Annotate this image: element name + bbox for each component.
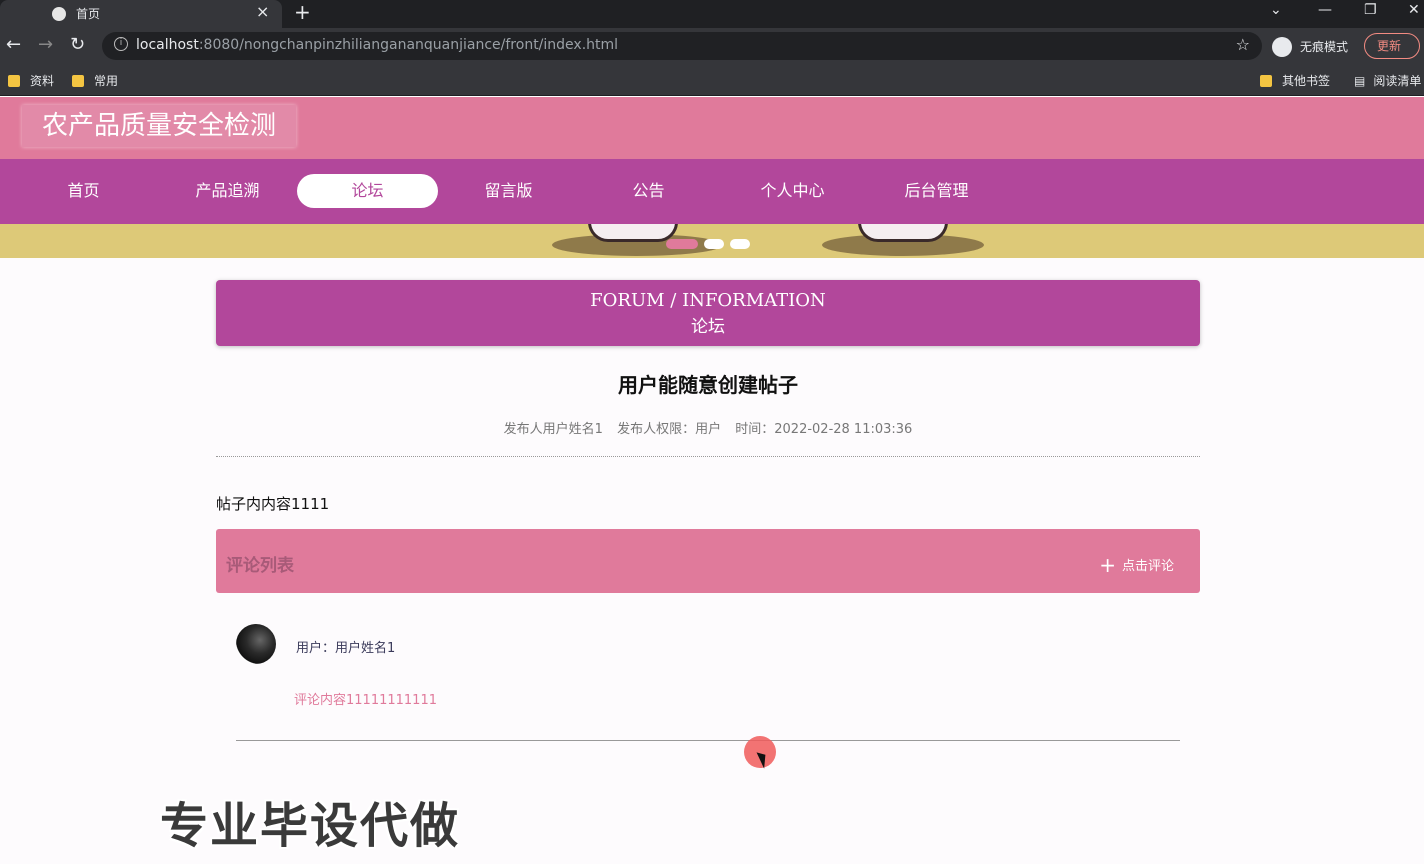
back-arrow-icon[interactable]: ← xyxy=(6,34,21,55)
info-icon[interactable]: i xyxy=(114,37,128,51)
bookmark-folder[interactable]: 资料 xyxy=(8,72,54,89)
nav-product-trace[interactable]: 产品追溯 xyxy=(157,174,298,208)
minimize-icon[interactable]: — xyxy=(1318,2,1332,18)
site-header: 农产品质量安全检测 xyxy=(0,97,1424,159)
chevron-down-icon[interactable]: ⌄ xyxy=(1270,2,1282,18)
globe-icon xyxy=(52,7,66,21)
divider xyxy=(236,740,1180,741)
site-title[interactable]: 农产品质量安全检测 xyxy=(22,105,297,147)
comment-user: 用户：用户姓名1 xyxy=(296,641,396,656)
banner-illustration xyxy=(858,224,948,242)
window-close-icon[interactable]: ✕ xyxy=(1408,2,1420,18)
browser-tab-bar: 首页 × + ⌄ — ❐ ✕ xyxy=(0,0,1424,28)
folder-icon xyxy=(72,75,84,87)
folder-icon xyxy=(1260,75,1272,87)
bookmarks-bar: 资料 常用 其他书签 ▤ 阅读清单 xyxy=(0,64,1424,96)
banner-illustration xyxy=(588,224,678,242)
reload-icon[interactable]: ↻ xyxy=(70,34,85,55)
section-heading-cn: 论坛 xyxy=(691,317,725,337)
divider xyxy=(216,456,1200,457)
plus-icon: + xyxy=(1099,553,1116,577)
post-author: 发布人用户姓名1 xyxy=(503,422,603,437)
post-meta: 发布人用户姓名1 发布人权限：用户 时间：2022-02-28 11:03:36 xyxy=(216,418,1200,437)
new-tab-button[interactable]: + xyxy=(294,0,311,24)
bookmark-folder[interactable]: 常用 xyxy=(72,72,118,89)
nav-home[interactable]: 首页 xyxy=(13,174,154,208)
nav-forum[interactable]: 论坛 xyxy=(297,174,438,208)
url-text: localhost:8080/nongchanpinzhiliangananqu… xyxy=(136,37,619,53)
post-role: 发布人权限：用户 xyxy=(617,422,722,437)
reading-list[interactable]: ▤ 阅读清单 xyxy=(1354,72,1421,89)
star-icon[interactable]: ☆ xyxy=(1236,35,1250,54)
post-time: 时间：2022-02-28 11:03:36 xyxy=(735,422,913,437)
comments-title: 评论列表 xyxy=(226,556,294,576)
post-title: 用户能随意创建帖子 xyxy=(618,373,798,397)
forward-arrow-icon[interactable]: → xyxy=(38,34,53,55)
carousel-dot[interactable] xyxy=(730,239,750,249)
section-heading-en: FORUM / INFORMATION xyxy=(590,290,826,311)
add-comment-button[interactable]: + 点击评论 xyxy=(1099,553,1174,577)
update-button[interactable]: 更新 xyxy=(1364,33,1420,59)
tab-title: 首页 xyxy=(76,7,101,21)
browser-toolbar: ← → ↻ i localhost:8080/nongchanpinzhilia… xyxy=(0,28,1424,64)
nav-admin[interactable]: 后台管理 xyxy=(866,174,1007,208)
nav-profile[interactable]: 个人中心 xyxy=(722,174,863,208)
avatar xyxy=(236,624,276,664)
incognito-label[interactable]: 无痕模式 xyxy=(1300,38,1348,55)
comment-text: 评论内容11111111111 xyxy=(294,693,437,708)
browser-tab[interactable]: 首页 × xyxy=(0,0,282,28)
section-heading: FORUM / INFORMATION 论坛 xyxy=(216,280,1200,346)
nav-message-board[interactable]: 留言版 xyxy=(438,174,579,208)
reading-list-icon: ▤ xyxy=(1354,74,1366,88)
nav-notice[interactable]: 公告 xyxy=(578,174,719,208)
other-bookmarks[interactable]: 其他书签 xyxy=(1260,72,1330,89)
folder-icon xyxy=(8,75,20,87)
restore-icon[interactable]: ❐ xyxy=(1364,2,1377,18)
close-icon[interactable]: × xyxy=(256,2,269,21)
carousel-dot-active[interactable] xyxy=(666,239,698,249)
address-bar[interactable]: i localhost:8080/nongchanpinzhilianganan… xyxy=(102,32,1262,60)
watermark: 专业毕设代做 xyxy=(160,798,461,854)
banner-carousel[interactable] xyxy=(0,224,1424,258)
carousel-dot[interactable] xyxy=(704,239,724,249)
incognito-icon[interactable] xyxy=(1272,37,1292,57)
post-content: 帖子内内容1111 xyxy=(216,495,330,513)
comments-header: 评论列表 + 点击评论 xyxy=(216,529,1200,593)
main-nav: 首页 产品追溯 论坛 留言版 公告 个人中心 后台管理 xyxy=(0,159,1424,224)
